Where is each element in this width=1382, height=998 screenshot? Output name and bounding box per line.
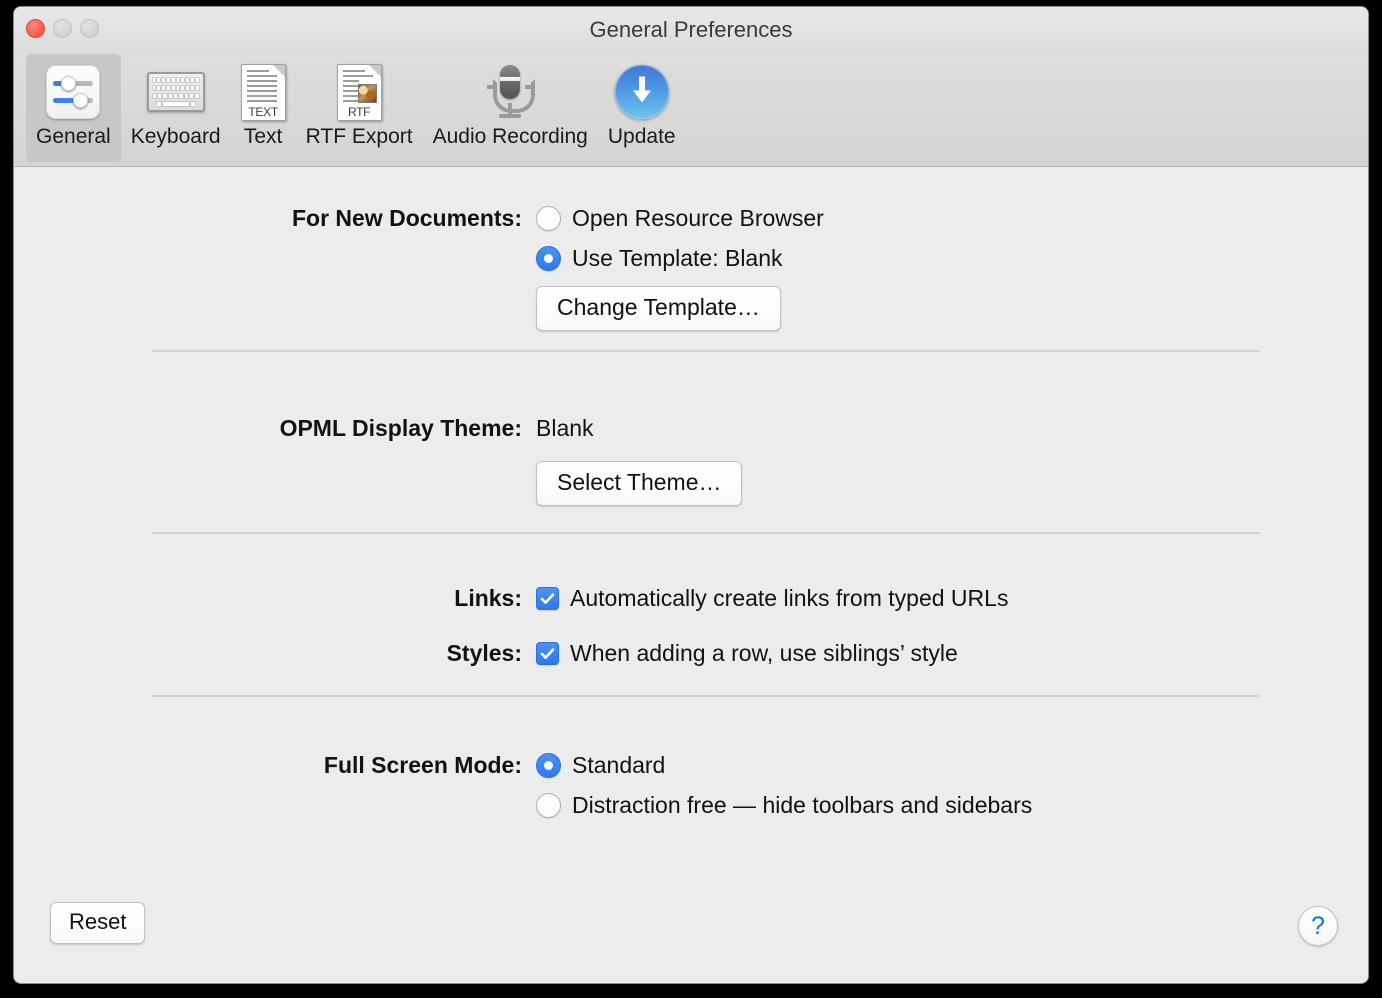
checkbox-sibling-style[interactable]: When adding a row, use siblings’ style [536,640,958,667]
help-button[interactable]: ? [1298,906,1338,946]
radio-label-use-template: Use Template: Blank [572,245,783,271]
opml-display-theme-group: OPML Display Theme: Blank Select Theme… [232,415,743,506]
download-arrow-icon [614,61,669,123]
radio-indicator-use-template[interactable] [536,246,561,271]
links-group: Links: Automatically create links from t… [232,585,1008,612]
checkbox-indicator-sibling-style[interactable] [536,642,559,665]
image-thumbnail-icon [357,83,377,103]
radio-indicator-standard[interactable] [536,753,561,778]
radio-open-resource-browser[interactable]: Open Resource Browser [536,205,824,232]
tab-update[interactable]: Update [598,54,686,162]
tab-general[interactable]: General [26,54,121,162]
tab-text[interactable]: TEXT Text [231,54,296,162]
tab-label-general: General [36,125,111,148]
rtf-tag-label: RTF [348,104,371,119]
tab-keyboard[interactable]: Keyboard [121,54,231,162]
checkbox-label-auto-create-links: Automatically create links from typed UR… [570,585,1009,611]
opml-display-theme-value: Blank [536,415,594,441]
for-new-documents-label: For New Documents: [291,205,522,231]
radio-label-open-resource-browser: Open Resource Browser [572,205,824,231]
styles-label: Styles: [446,640,522,666]
radio-use-template[interactable]: Use Template: Blank [536,245,824,272]
preferences-window: General Preferences General Keyboard TEX… [14,7,1368,983]
tab-label-audio-recording: Audio Recording [432,125,588,148]
links-label: Links: [454,585,522,611]
text-tag-label: TEXT [248,104,278,119]
divider-3 [152,695,1260,697]
checkbox-indicator-auto-create-links[interactable] [536,587,559,610]
radio-label-standard: Standard [572,752,666,778]
window-title: General Preferences [589,17,793,42]
change-template-button[interactable]: Change Template… [536,286,781,331]
select-theme-button[interactable]: Select Theme… [536,461,743,506]
radio-indicator-distraction-free[interactable] [536,793,561,818]
for-new-documents-group: For New Documents: Open Resource Browser… [232,205,824,331]
preferences-content: For New Documents: Open Resource Browser… [14,167,1368,982]
opml-display-theme-label: OPML Display Theme: [279,415,522,441]
tab-audio-recording[interactable]: Audio Recording [423,54,598,162]
text-document-icon: TEXT [240,61,286,123]
sliders-icon [46,61,101,123]
radio-label-distraction-free: Distraction free — hide toolbars and sid… [572,792,1033,818]
title-bar: General Preferences [14,7,1368,54]
tab-label-update: Update [607,125,676,148]
radio-standard[interactable]: Standard [536,752,1032,779]
tab-label-rtf-export: RTF Export [305,125,413,148]
divider-1 [152,350,1260,352]
preferences-toolbar: General Keyboard TEXT Text RTF RTF Expor… [14,54,1368,167]
keyboard-icon [146,61,205,123]
full-screen-mode-group: Full Screen Mode: Standard Distraction f… [232,752,1032,819]
divider-2 [152,532,1260,534]
tab-label-keyboard: Keyboard [130,125,221,148]
radio-indicator-open-resource-browser[interactable] [536,206,561,231]
styles-group: Styles: When adding a row, use siblings’… [232,640,958,667]
checkbox-label-sibling-style: When adding a row, use siblings’ style [570,640,958,666]
tab-label-text: Text [243,125,283,148]
full-screen-mode-label: Full Screen Mode: [323,752,522,778]
rtf-document-icon: RTF [336,61,382,123]
radio-distraction-free[interactable]: Distraction free — hide toolbars and sid… [536,792,1032,819]
reset-button[interactable]: Reset [50,902,146,944]
microphone-icon [485,61,536,123]
checkbox-auto-create-links[interactable]: Automatically create links from typed UR… [536,585,1008,612]
tab-rtf-export[interactable]: RTF RTF Export [296,54,423,162]
question-mark-icon: ? [1311,911,1325,940]
